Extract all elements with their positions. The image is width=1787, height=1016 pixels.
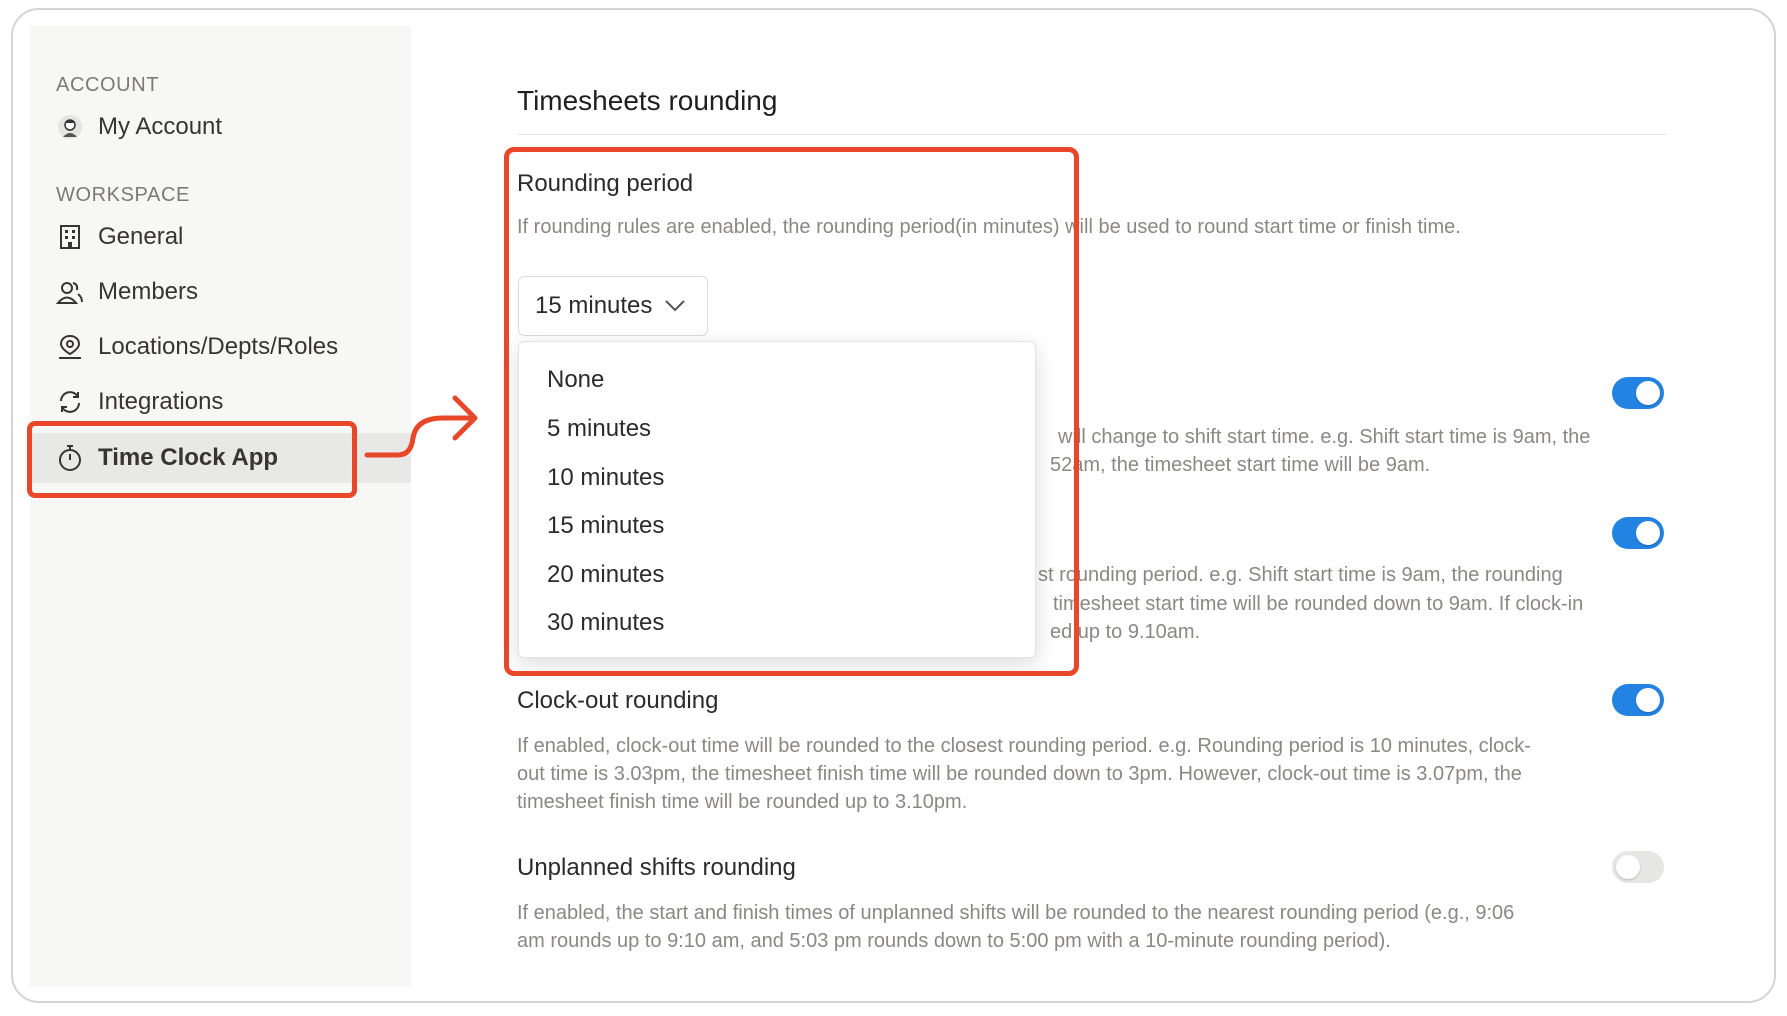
unplanned-shifts-rounding-toggle[interactable]	[1612, 851, 1664, 883]
setting-2-description-line2: timesheet start time will be rounded dow…	[1053, 593, 1584, 615]
sidebar-item-label: Members	[98, 278, 199, 305]
pointer-arrow-icon	[364, 395, 478, 458]
toggle-setting-1[interactable]	[1612, 377, 1664, 409]
rounding-period-dropdown-menu: None 5 minutes 10 minutes 15 minutes 20 …	[518, 341, 1036, 658]
clock-out-description-line2: out time is 3.03pm, the timesheet finish…	[517, 763, 1522, 785]
location-icon	[56, 333, 84, 361]
clock-out-description-line1: If enabled, clock-out time will be round…	[517, 735, 1531, 757]
clock-out-rounding-toggle[interactable]	[1612, 684, 1664, 716]
toggle-setting-2[interactable]	[1612, 517, 1664, 549]
sidebar-item-label: My Account	[98, 113, 223, 140]
unplanned-description-line1: If enabled, the start and finish times o…	[517, 902, 1515, 924]
sidebar-item-label: Time Clock App	[98, 444, 279, 471]
toggle-knob	[1616, 855, 1640, 879]
sidebar-item-label: Integrations	[98, 388, 224, 415]
clock-out-description-line3: timesheet finish time will be rounded up…	[517, 791, 968, 813]
sidebar-item-general[interactable]: General	[30, 212, 411, 262]
sync-icon	[56, 388, 84, 416]
stopwatch-icon	[56, 444, 84, 472]
option-30-minutes[interactable]: 30 minutes	[519, 601, 1035, 645]
avatar	[56, 113, 84, 141]
sidebar-item-label: General	[98, 223, 184, 250]
setting-1-description-line2: 52am, the timesheet start time will be 9…	[1050, 454, 1431, 476]
toggle-knob	[1636, 521, 1660, 545]
sidebar-item-label: Locations/Depts/Roles	[98, 333, 339, 360]
sidebar-item-my-account[interactable]: My Account	[30, 102, 411, 152]
option-20-minutes[interactable]: 20 minutes	[519, 553, 1035, 597]
setting-2-description-line3: ed up to 9.10am.	[1050, 621, 1201, 643]
sidebar-item-locations[interactable]: Locations/Depts/Roles	[30, 322, 411, 372]
setting-2-description-line1: st rounding period. e.g. Shift start tim…	[1038, 564, 1563, 586]
section-label-workspace: WORKSPACE	[56, 184, 190, 206]
option-10-minutes[interactable]: 10 minutes	[519, 456, 1035, 500]
toggle-knob	[1636, 381, 1660, 405]
section-label-account: ACCOUNT	[56, 74, 160, 96]
sidebar-item-integrations[interactable]: Integrations	[30, 377, 411, 427]
sidebar-item-time-clock-app[interactable]: Time Clock App	[30, 433, 411, 483]
clock-out-rounding-title: Clock-out rounding	[517, 687, 719, 714]
option-15-minutes[interactable]: 15 minutes	[519, 504, 1035, 548]
title-divider	[517, 134, 1667, 135]
toggle-knob	[1636, 688, 1660, 712]
unplanned-shifts-rounding-title: Unplanned shifts rounding	[517, 854, 796, 881]
rounding-period-select[interactable]: 15 minutes	[518, 276, 708, 336]
rounding-period-title: Rounding period	[517, 170, 694, 197]
rounding-period-description: If rounding rules are enabled, the round…	[517, 216, 1461, 238]
option-none[interactable]: None	[519, 358, 1035, 402]
sidebar-item-members[interactable]: Members	[30, 267, 411, 317]
option-5-minutes[interactable]: 5 minutes	[519, 407, 1035, 451]
app-window: ACCOUNT My Account WORKSPACE General Mem…	[11, 8, 1776, 1003]
setting-1-description-line1: will change to shift start time. e.g. Sh…	[1058, 426, 1591, 448]
select-value: 15 minutes	[535, 292, 653, 319]
unplanned-description-line2: am rounds up to 9:10 am, and 5:03 pm rou…	[517, 930, 1391, 952]
chevron-down-icon	[664, 299, 686, 313]
sidebar: ACCOUNT My Account WORKSPACE General Mem…	[30, 26, 411, 987]
building-icon	[56, 223, 84, 251]
members-icon	[56, 278, 84, 306]
page-title: Timesheets rounding	[517, 85, 778, 116]
